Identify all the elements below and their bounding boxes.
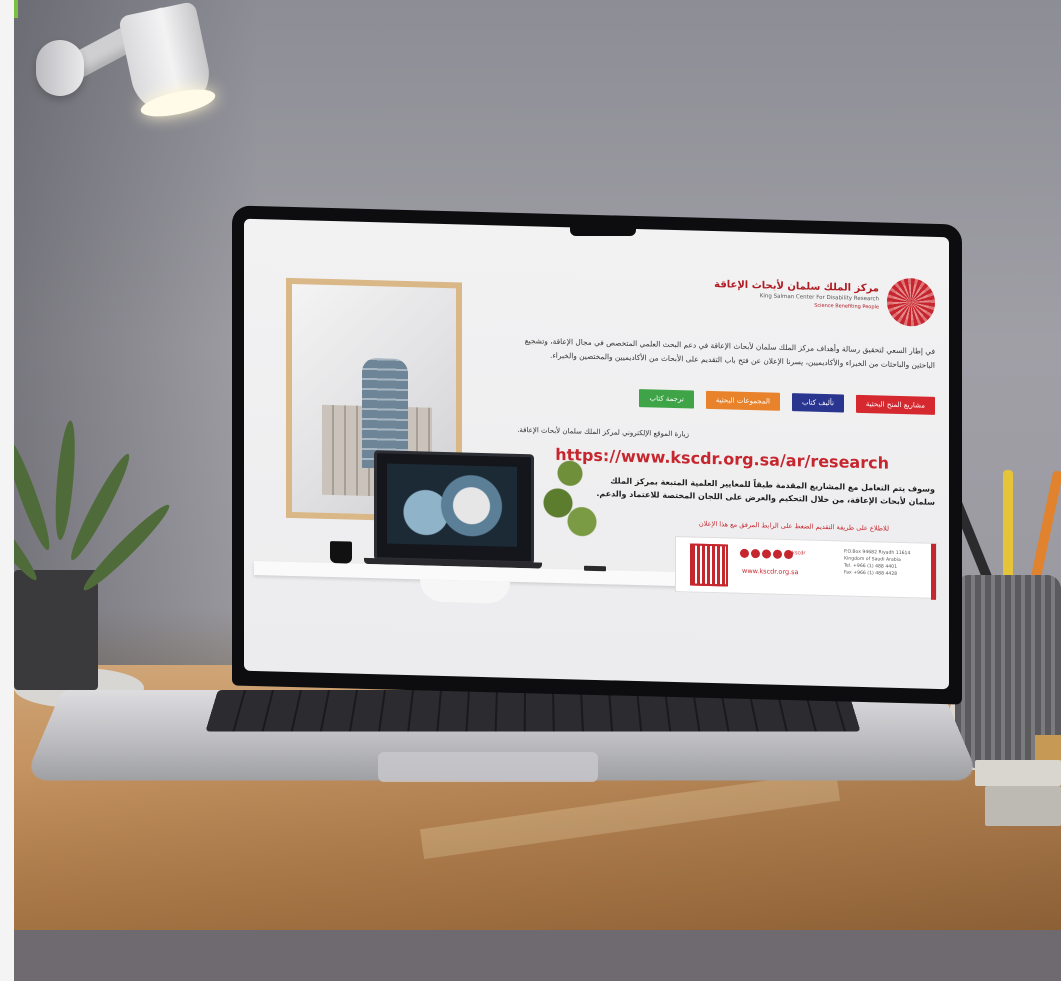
laptop-screen: مركز الملك سلمان لأبحاث الإعاقة King Sal… <box>244 218 949 690</box>
evaluation-paragraph: وسوف يتم التعامل مع المشاريع المقدمة طبق… <box>596 476 935 507</box>
website-link[interactable]: www.kscdr.org.sa <box>742 567 799 576</box>
floor <box>14 930 1061 981</box>
contact-accent-bar <box>931 543 936 600</box>
center-logo: مركز الملك سلمان لأبحاث الإعاقة King Sal… <box>714 273 935 329</box>
twitter-icon[interactable] <box>740 548 749 558</box>
pencil-yellow <box>1003 470 1013 580</box>
water-splash-logo <box>387 463 517 547</box>
mug <box>330 541 352 564</box>
phone <box>584 565 606 572</box>
logo-name-ar: مركز الملك سلمان لأبحاث الإعاقة <box>714 279 879 295</box>
research-url-link[interactable]: https://www.kscdr.org.sa/ar/research <box>555 445 889 473</box>
pencil-orange <box>1030 470 1061 580</box>
lamp-joint <box>36 40 84 96</box>
postal-address: P.O.Box 94682 Riyadh 11614 Kingdom of Sa… <box>844 549 911 577</box>
apply-note: للاطلاع على طريقة التقديم الضغط على الرا… <box>698 519 889 533</box>
book <box>985 786 1061 826</box>
translate-book-button[interactable]: ترجمة كتاب <box>639 389 694 409</box>
kscdr-logo-icon <box>887 277 935 327</box>
logo-name-en: King Salman Center For Disability Resear… <box>759 293 879 303</box>
linkedin-icon[interactable] <box>762 549 771 559</box>
laptop-notch <box>570 222 636 236</box>
contact-card: kscdr www.kscdr.org.sa P.O.Box 94682 Riy… <box>675 536 937 600</box>
laptop-trackpad <box>378 752 598 782</box>
grants-button[interactable]: مشاريع المنح البحثية <box>855 394 935 415</box>
logo-slogan: Science Benefiting People <box>814 302 879 311</box>
research-groups-button[interactable]: المجموعات البحثية <box>705 390 780 411</box>
category-buttons: مشاريع المنح البحثية تأليف كتاب المجموعا… <box>503 386 935 419</box>
intro-paragraph: في إطار السعي لتحقيق رسالة وأهداف مركز ا… <box>524 336 935 370</box>
mockup-scene: مركز الملك سلمان لأبحاث الإعاقة King Sal… <box>0 0 1061 981</box>
instagram-icon[interactable] <box>751 549 760 559</box>
book <box>975 760 1061 786</box>
image-border <box>0 0 14 981</box>
social-handle: kscdr <box>792 550 806 557</box>
social-icons <box>740 548 793 560</box>
qr-code-icon[interactable] <box>690 543 728 587</box>
screen-table-leg <box>420 579 510 604</box>
snapchat-icon[interactable] <box>773 549 782 559</box>
mini-laptop <box>374 450 534 565</box>
author-book-button[interactable]: تأليف كتاب <box>791 393 844 413</box>
